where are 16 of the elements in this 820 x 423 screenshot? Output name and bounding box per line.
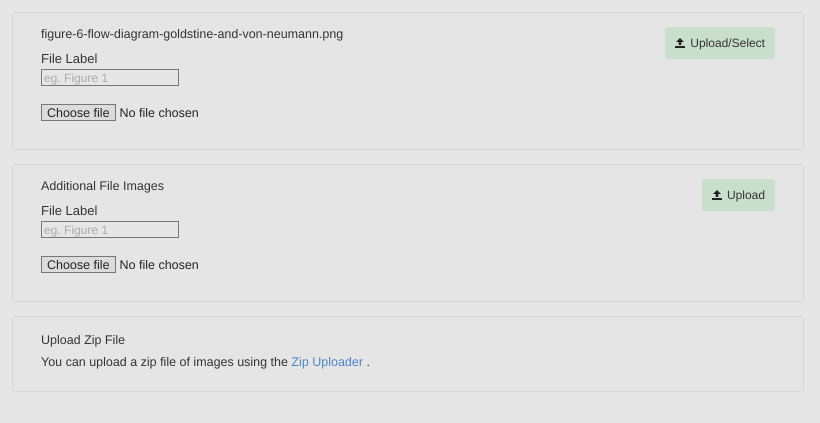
panel-title: figure-6-flow-diagram-goldstine-and-von-neumann.png: [41, 27, 344, 41]
upload-button[interactable]: Upload/Select: [665, 27, 775, 59]
choose-file-button[interactable]: Choose file: [41, 104, 116, 121]
file-status: No file chosen: [120, 106, 199, 120]
panel-title: Additional File Images: [41, 179, 164, 193]
upload-button[interactable]: Upload: [702, 179, 775, 211]
file-status: No file chosen: [120, 258, 199, 272]
panel-title: Upload Zip File: [41, 333, 126, 347]
choose-file-button[interactable]: Choose file: [41, 256, 116, 273]
upload-icon: [712, 190, 722, 200]
zip-sentence: You can upload a zip file of images using the Zip Uploader .: [41, 355, 370, 369]
field-label: File Label: [41, 51, 98, 66]
file-label-input[interactable]: eg. Figure 1: [41, 69, 179, 86]
upload-icon: [675, 38, 686, 48]
file-label-input[interactable]: eg. Figure 1: [41, 221, 179, 238]
field-label: File Label: [41, 203, 98, 218]
